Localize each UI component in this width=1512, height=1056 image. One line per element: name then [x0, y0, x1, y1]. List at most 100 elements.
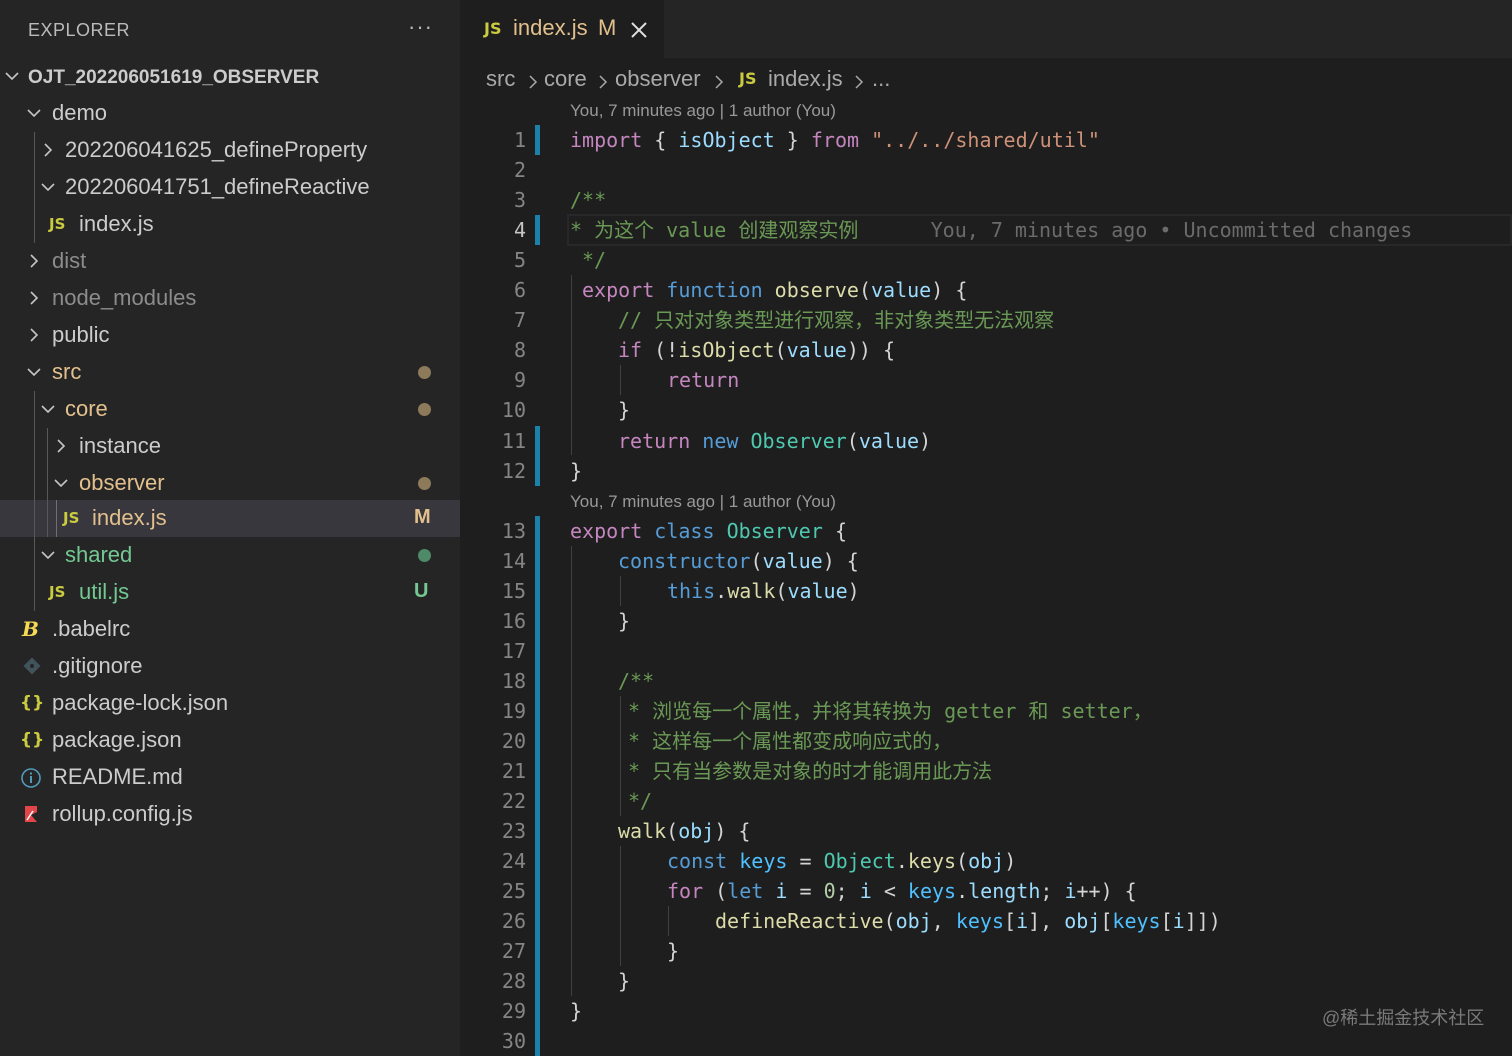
chevron-right-icon — [526, 70, 540, 89]
editor-area: JS index.js M src core observer JS index… — [460, 0, 1512, 1056]
code-token: keys — [1112, 909, 1161, 933]
code-token: . — [895, 849, 908, 873]
breadcrumb-item-more[interactable]: ... — [872, 66, 890, 92]
code-token: [ — [1004, 909, 1017, 933]
code-token: ++) { — [1076, 879, 1137, 903]
indent-guide — [620, 846, 621, 966]
indent-guide — [34, 574, 35, 611]
code-token: [ — [1100, 909, 1113, 933]
git-change-bar — [535, 215, 540, 245]
code-line: defineReactive(obj, keys[i], obj[keys[i]… — [715, 906, 1221, 936]
line-number: 25 — [501, 879, 526, 903]
js-file-icon: JS — [49, 215, 66, 233]
breadcrumb-item-core[interactable]: core — [544, 66, 587, 92]
tree-item-label: .babelrc — [52, 616, 131, 641]
chevron-right-icon — [26, 290, 42, 306]
indent-guide — [571, 275, 572, 455]
tree-file-readme-md[interactable]: README.md — [0, 759, 460, 796]
line-number: 30 — [501, 1029, 526, 1053]
tree-file-demo-index-js[interactable]: JS index.js — [0, 206, 460, 243]
tree-item-label: node_modules — [52, 285, 197, 310]
code-line: } — [618, 969, 631, 993]
code-line: return — [667, 368, 740, 392]
codelens-author[interactable]: You, 7 minutes ago | 1 author (You) — [570, 101, 836, 121]
git-change-bar — [535, 426, 540, 486]
code-token: ( — [774, 338, 787, 362]
code-token: isObject — [678, 128, 775, 152]
line-number: 19 — [501, 699, 526, 723]
code-token: from — [810, 128, 860, 152]
code-token: value — [787, 579, 848, 603]
tree-folder-public[interactable]: public — [0, 317, 460, 354]
tree-file-observer-index-js[interactable]: JS index.js M — [0, 500, 460, 537]
tree-file-rollup-config-js[interactable]: rollup.config.js — [0, 796, 460, 833]
tree-folder-demo[interactable]: demo — [0, 95, 460, 132]
code-token: ( — [666, 819, 679, 843]
line-number: 1 — [513, 128, 526, 152]
code-token: i — [1064, 879, 1077, 903]
code-line: import { isObject } from "../../shared/u… — [570, 125, 1100, 155]
indent-guide — [34, 537, 35, 574]
tree-folder-instance[interactable]: instance — [0, 428, 460, 465]
code-token: isObject — [678, 338, 775, 362]
tree-file-package-json[interactable]: {} package.json — [0, 722, 460, 759]
line-number: 12 — [501, 459, 526, 483]
code-token: ) { — [931, 278, 968, 302]
line-number: 20 — [501, 729, 526, 753]
chevron-right-icon — [26, 253, 42, 269]
code-token: value — [786, 338, 847, 362]
chevron-down-icon — [26, 364, 42, 380]
code-token: new — [702, 429, 739, 453]
tree-folder-core[interactable]: core — [0, 391, 460, 428]
line-number: 28 — [501, 969, 526, 993]
chevron-right-icon — [40, 142, 56, 158]
tree-folder-defineproperty[interactable]: 202206041625_defineProperty — [0, 132, 460, 169]
breadcrumb-item-index-js[interactable]: index.js — [768, 66, 843, 92]
code-line: * 浏览每一个属性，并将其转换为 getter 和 setter， — [628, 699, 1153, 723]
line-number: 7 — [513, 308, 526, 332]
tree-folder-definereactive[interactable]: 202206041751_defineReactive — [0, 169, 460, 206]
code-token: walk — [727, 579, 776, 603]
tab-index-js[interactable]: JS index.js M — [460, 0, 664, 58]
tree-item-label: dist — [52, 248, 87, 273]
more-actions-icon[interactable]: ··· — [408, 14, 433, 40]
code-token: 0 — [823, 879, 836, 903]
tree-file-gitignore[interactable]: .gitignore — [0, 648, 460, 685]
line-number: 13 — [501, 519, 526, 543]
code-token: walk — [618, 819, 667, 843]
tree-item-label: public — [52, 322, 110, 347]
code-token: ( — [858, 278, 872, 302]
code-token: keys — [907, 849, 957, 873]
modified-status-badge: M — [414, 506, 431, 528]
tree-folder-dist[interactable]: dist — [0, 243, 460, 280]
indent-guide — [34, 132, 35, 169]
code-token: value — [858, 429, 920, 453]
breadcrumb-item-observer[interactable]: observer — [615, 66, 701, 92]
tree-file-babelrc[interactable]: B .babelrc — [0, 611, 460, 648]
code-token: obj — [968, 849, 1005, 873]
code-token: i — [775, 879, 788, 903]
tree-file-package-lock-json[interactable]: {} package-lock.json — [0, 685, 460, 722]
tree-root-folder[interactable]: OJT_202206051619_OBSERVER — [0, 58, 460, 95]
watermark: @稀土掘金技术社区 — [1322, 1008, 1485, 1028]
tree-folder-observer[interactable]: observer — [0, 465, 460, 502]
code-token: for — [667, 879, 704, 903]
tree-folder-node-modules[interactable]: node_modules — [0, 280, 460, 317]
codelens-author[interactable]: You, 7 minutes ago | 1 author (You) — [570, 492, 836, 512]
breadcrumb-item-src[interactable]: src — [486, 66, 515, 92]
code-token: i — [1016, 909, 1029, 933]
tree-folder-src[interactable]: src — [0, 354, 460, 391]
tree-item-label: rollup.config.js — [52, 801, 193, 826]
tree-item-label: package-lock.json — [52, 690, 229, 715]
chevron-down-icon — [4, 68, 20, 84]
tree-folder-shared[interactable]: shared — [0, 537, 460, 574]
git-change-bar — [535, 516, 540, 1056]
code-token: export — [570, 519, 643, 543]
code-line: // 只对对象类型进行观察，非对象类型无法观察 — [618, 308, 1055, 332]
chevron-down-icon — [53, 475, 69, 491]
close-icon[interactable] — [628, 19, 650, 41]
code-token: = — [799, 849, 812, 873]
tree-file-util-js[interactable]: JS util.js U — [0, 574, 460, 611]
code-token: defineReactive — [715, 909, 884, 933]
code-token: (! — [654, 338, 679, 362]
